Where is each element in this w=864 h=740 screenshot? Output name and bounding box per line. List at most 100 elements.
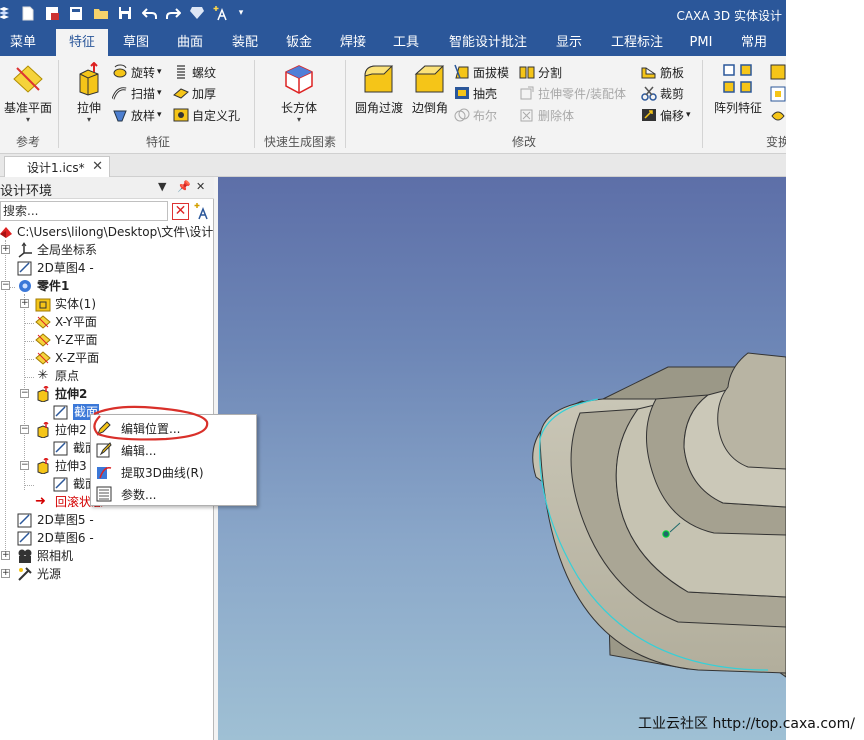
document-tab[interactable]: 设计1.ics* ✕: [4, 156, 110, 177]
expand-toggle-icon[interactable]: +: [1, 569, 10, 578]
tab-assembly[interactable]: 装配: [222, 29, 268, 56]
tree-item-solid[interactable]: + 实体(1): [0, 295, 214, 313]
tab-welding[interactable]: 焊接: [330, 29, 376, 56]
tab-engineering-annotation[interactable]: 工程标注: [604, 29, 670, 56]
extrude-part-button[interactable]: 拉伸零件/装配体: [519, 83, 626, 103]
offset-button[interactable]: 偏移 ▾: [641, 105, 691, 125]
extrude-button[interactable]: 拉伸 ▾: [72, 60, 106, 128]
custom-hole-button[interactable]: 自定义孔: [173, 105, 240, 125]
tree-item-sketch4[interactable]: 2D草图4 -: [0, 259, 214, 277]
ribbon-tabs: 菜单 特征 草图 曲面 装配 钣金 焊接 工具 智能设计批注 显示 工程标注 P…: [0, 29, 786, 56]
expand-toggle-icon[interactable]: +: [1, 551, 10, 560]
dropdown-icon[interactable]: ▾: [233, 5, 249, 21]
collapse-toggle-icon[interactable]: −: [20, 389, 29, 398]
sparkle-icon[interactable]: [212, 5, 228, 21]
tree-item-yz-plane[interactable]: Y-Z平面: [0, 331, 214, 349]
group-label-feature: 特征: [145, 135, 170, 149]
plane-icon: [35, 333, 51, 347]
menu-item-edit[interactable]: 编辑...: [93, 439, 255, 461]
tree-item-global-axes[interactable]: + 全局坐标系: [0, 241, 214, 259]
delete-body-icon: [520, 109, 533, 122]
box-button[interactable]: 长方体 ▾: [270, 60, 328, 128]
app-logo-icon[interactable]: [0, 5, 12, 21]
close-icon[interactable]: ✕: [92, 159, 103, 174]
tab-pmi[interactable]: PMI: [682, 29, 720, 56]
tree-item-xy-plane[interactable]: X-Y平面: [0, 313, 214, 331]
tree-item-xz-plane[interactable]: X-Z平面: [0, 349, 214, 367]
chevron-down-icon: ▾: [86, 115, 91, 124]
base-plane-label: 基准平面: [3, 101, 52, 115]
pin-icon[interactable]: 📌: [177, 180, 191, 193]
search-input[interactable]: [0, 201, 168, 221]
filter-icon[interactable]: [193, 202, 211, 220]
new-icon[interactable]: [20, 5, 36, 21]
plane-icon: [35, 351, 51, 365]
save-icon[interactable]: [117, 5, 133, 21]
tab-tools[interactable]: 工具: [383, 29, 429, 56]
transform-icon[interactable]: [770, 86, 786, 102]
sweep-button[interactable]: 扫描 ▾: [112, 83, 162, 103]
expand-toggle-icon[interactable]: +: [1, 245, 10, 254]
folder-icon[interactable]: [93, 5, 109, 21]
menu-item-edit-position[interactable]: 编辑位置...: [93, 417, 255, 439]
delete-body-button[interactable]: 删除体: [519, 105, 574, 125]
tree-item-camera[interactable]: + 照相机: [0, 547, 214, 565]
menu-item-extract-3d-curve[interactable]: 提取3D曲线(R): [93, 461, 255, 483]
tab-sketch[interactable]: 草图: [114, 29, 158, 56]
group-divider: [702, 60, 703, 148]
edit-icon: [96, 442, 112, 458]
tab-common[interactable]: 常用: [731, 29, 777, 56]
split-button[interactable]: 分割: [519, 62, 562, 82]
undo-icon[interactable]: [141, 5, 157, 21]
collapse-toggle-icon[interactable]: −: [20, 425, 29, 434]
revolve-button[interactable]: 旋转 ▾: [112, 62, 162, 82]
tree-item-part1[interactable]: − 零件1: [0, 277, 214, 295]
close-icon[interactable]: ✕: [196, 180, 205, 193]
draft-button[interactable]: 面拔模: [454, 62, 509, 82]
tab-surface[interactable]: 曲面: [167, 29, 213, 56]
search-row: ✕: [0, 200, 214, 222]
trim-button[interactable]: 裁剪: [641, 83, 684, 103]
expand-toggle-icon[interactable]: +: [20, 299, 29, 308]
box-label: 长方体: [280, 101, 317, 115]
save-as-icon[interactable]: [68, 5, 84, 21]
thicken-button[interactable]: 加厚: [173, 83, 216, 103]
panel-menu-icon[interactable]: ▼: [158, 180, 166, 193]
tree-item-origin[interactable]: ✳ 原点: [0, 367, 214, 385]
collapse-toggle-icon[interactable]: −: [1, 281, 10, 290]
thread-button[interactable]: 螺纹: [173, 62, 216, 82]
chamfer-button[interactable]: 边倒角: [409, 60, 451, 128]
tab-display[interactable]: 显示: [546, 29, 592, 56]
tab-menu[interactable]: 菜单: [0, 29, 46, 56]
menu-item-parameters[interactable]: 参数...: [93, 483, 255, 505]
open-icon[interactable]: [44, 5, 60, 21]
transform-icon[interactable]: [770, 108, 786, 124]
tree-item-root[interactable]: C:\Users\lilong\Desktop\文件\设计: [0, 223, 214, 241]
tab-sheetmetal[interactable]: 钣金: [276, 29, 322, 56]
redo-icon[interactable]: [165, 5, 181, 21]
3d-viewport[interactable]: [218, 177, 786, 740]
pattern-feature-button[interactable]: 阵列特征: [709, 60, 767, 128]
custom-hole-icon: [173, 108, 189, 122]
rib-button[interactable]: 筋板: [641, 62, 684, 82]
tree-item-extrude2[interactable]: − 拉伸2: [0, 385, 214, 403]
solid-folder-icon: [35, 298, 51, 312]
base-plane-button[interactable]: 基准平面 ▾: [0, 60, 56, 128]
shell-icon: [455, 87, 469, 99]
boolean-button[interactable]: 布尔: [454, 105, 497, 125]
clear-search-icon[interactable]: ✕: [172, 203, 189, 220]
loft-button[interactable]: 放样 ▾: [112, 105, 162, 125]
tab-smart-annotation[interactable]: 智能设计批注: [440, 29, 536, 56]
shell-button[interactable]: 抽壳: [454, 83, 497, 103]
sketch-icon: [53, 405, 68, 420]
collapse-toggle-icon[interactable]: −: [20, 461, 29, 470]
gem-icon[interactable]: [189, 5, 205, 21]
tree-item-sketch6[interactable]: 2D草图6 -: [0, 529, 214, 547]
transform-icon[interactable]: [770, 64, 786, 80]
box-icon: [285, 65, 313, 94]
tab-feature[interactable]: 特征: [56, 29, 108, 56]
tree-item-light[interactable]: + 光源: [0, 565, 214, 583]
extrude-icon: [37, 458, 49, 474]
fillet-button[interactable]: 圆角过渡: [351, 60, 407, 128]
tree-item-sketch5[interactable]: 2D草图5 -: [0, 511, 214, 529]
